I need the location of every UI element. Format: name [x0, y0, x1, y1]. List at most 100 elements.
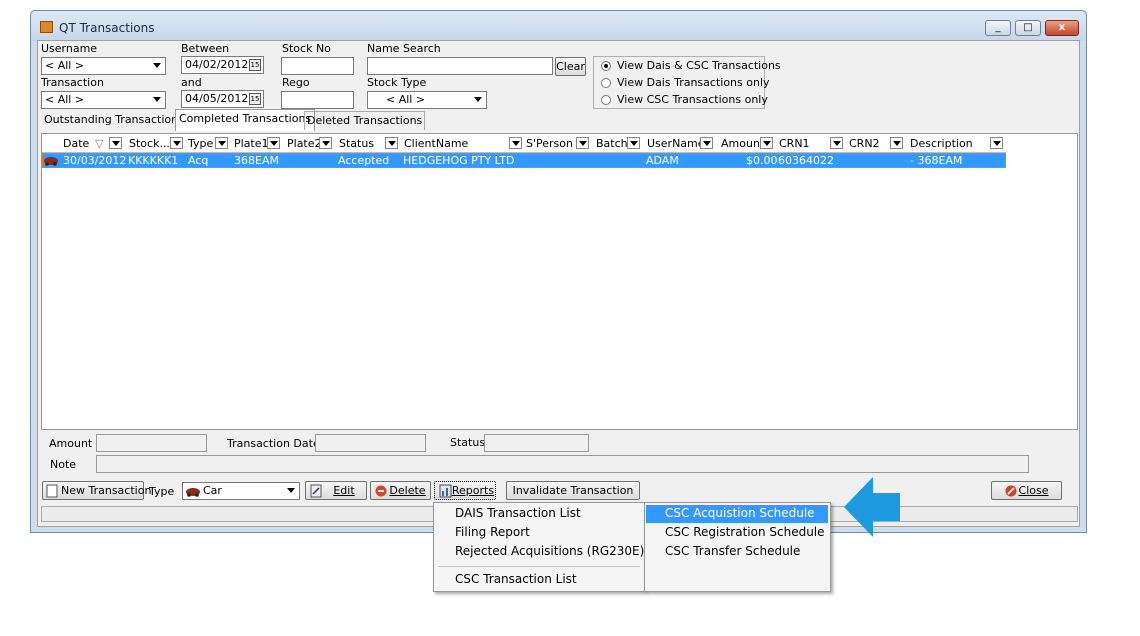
cell-plate1: 368EAM — [234, 154, 279, 167]
column-header-type[interactable]: Type — [188, 135, 213, 152]
cell-date: 30/03/2012 — [63, 154, 127, 167]
filter-description-icon[interactable] — [990, 137, 1003, 149]
tab-completed[interactable]: Completed Transactions — [175, 109, 316, 131]
close-window-button[interactable]: x — [1045, 20, 1079, 36]
tab-outstanding[interactable]: Outstanding Transactions — [44, 111, 184, 129]
filter-crn1-icon[interactable] — [830, 137, 843, 149]
type-label: Type — [149, 485, 175, 498]
radio-view-all-label[interactable]: View Dais & CSC Transactions — [617, 59, 781, 72]
and-label: and — [181, 76, 202, 89]
filter-clientname-icon[interactable] — [509, 137, 522, 149]
transaction-date-label: Transaction Date — [227, 437, 320, 450]
maximize-button[interactable]: □ — [1015, 20, 1041, 36]
column-header-description[interactable]: Description — [910, 135, 973, 152]
cell-crn1: 60364022 — [778, 154, 834, 167]
filter-plate1-icon[interactable] — [267, 137, 280, 149]
column-header-date[interactable]: Date — [63, 135, 89, 152]
radio-view-dais-label[interactable]: View Dais Transactions only — [617, 76, 770, 89]
type-value: Car — [203, 484, 222, 497]
type-select[interactable]: Car — [182, 482, 300, 500]
column-header-clientname[interactable]: ClientName — [404, 135, 468, 152]
amount-label: Amount — [49, 437, 93, 450]
window-title: QT Transactions — [59, 21, 155, 35]
menu-item-filing-report[interactable]: Filing Report — [455, 524, 530, 541]
calendar-icon[interactable]: 15 — [249, 59, 261, 71]
column-header-sperson[interactable]: S'Person — [526, 135, 573, 152]
minimize-button[interactable]: _ — [985, 20, 1011, 36]
edit-button[interactable]: Edit — [305, 481, 367, 500]
column-header-status[interactable]: Status — [339, 135, 374, 152]
edit-label: Edit — [333, 484, 355, 497]
pointer-arrow-icon — [844, 477, 900, 537]
maximize-icon: □ — [1023, 22, 1033, 33]
chevron-down-icon — [474, 97, 482, 102]
column-header-crn2[interactable]: CRN2 — [849, 135, 880, 152]
status-label: Status — [450, 436, 486, 449]
filter-sperson-icon[interactable] — [576, 137, 589, 149]
reports-icon — [439, 484, 452, 498]
to-date-value: 04/05/2012 — [185, 92, 249, 105]
table-row[interactable] — [42, 153, 1006, 168]
filter-status-icon[interactable] — [385, 137, 398, 149]
invalidate-transaction-button[interactable]: Invalidate Transaction — [506, 481, 640, 500]
column-header-stock[interactable]: Stock... — [129, 135, 170, 152]
delete-icon — [375, 485, 387, 497]
new-transaction-label: New Transaction — [61, 484, 152, 497]
close-label: Close — [1018, 484, 1049, 497]
column-header-plate2[interactable]: Plate2 — [287, 135, 322, 152]
filter-type-icon[interactable] — [215, 137, 228, 149]
cell-status: Accepted — [338, 154, 390, 167]
column-header-crn1[interactable]: CRN1 — [779, 135, 810, 152]
from-date-value: 04/02/2012 — [185, 58, 249, 71]
radio-view-all[interactable] — [601, 61, 611, 71]
clear-button[interactable]: Clear — [555, 57, 586, 76]
menu-item-csc-registration-schedule[interactable]: CSC Registration Schedule — [665, 524, 825, 541]
menu-item-csc-transfer-schedule[interactable]: CSC Transfer Schedule — [665, 543, 800, 560]
filter-date-icon[interactable] — [109, 137, 122, 149]
delete-button[interactable]: Delete — [370, 481, 431, 500]
filter-username-icon[interactable] — [700, 137, 713, 149]
radio-view-csc[interactable] — [601, 95, 611, 105]
filter-stock-icon[interactable] — [170, 137, 183, 149]
filter-amount-icon[interactable] — [760, 137, 773, 149]
title-bar[interactable] — [31, 11, 1086, 41]
cell-client: HEDGEHOG PTY LTD — [403, 154, 515, 167]
username-select[interactable]: < All > — [41, 57, 166, 75]
username-value: < All > — [45, 59, 85, 72]
column-header-username[interactable]: UserName — [647, 135, 705, 152]
close-button[interactable]: Close — [991, 481, 1062, 500]
menu-item-rejected-acquisitions[interactable]: Rejected Acquisitions (RG230E) — [455, 543, 644, 560]
edit-icon — [310, 484, 322, 498]
filter-plate2-icon[interactable] — [319, 137, 332, 149]
transaction-label: Transaction — [41, 76, 104, 89]
menu-item-dais-transaction-list[interactable]: DAIS Transaction List — [455, 505, 581, 522]
name-search-input[interactable] — [367, 57, 553, 75]
menu-separator — [438, 566, 640, 567]
cell-type: Acq — [188, 154, 209, 167]
column-header-batch[interactable]: Batch — [596, 135, 628, 152]
rego-input[interactable] — [281, 91, 354, 109]
menu-item-csc-transaction-list[interactable]: CSC Transaction List — [455, 571, 577, 588]
column-header-amount[interactable]: Amount — [721, 135, 764, 152]
filter-batch-icon[interactable] — [627, 137, 640, 149]
transaction-select[interactable]: < All > — [41, 91, 166, 109]
tab-deleted[interactable]: Deleted Transactions — [304, 111, 426, 130]
between-label: Between — [181, 42, 230, 55]
rego-label: Rego — [282, 76, 310, 89]
stock-no-input[interactable] — [281, 57, 354, 75]
username-label: Username — [41, 42, 98, 55]
close-icon: x — [1058, 22, 1066, 33]
chevron-down-icon — [153, 97, 161, 102]
filter-crn2-icon[interactable] — [890, 137, 903, 149]
stock-type-select[interactable]: < All > — [367, 91, 487, 109]
chevron-down-icon — [287, 488, 295, 493]
radio-view-dais[interactable] — [601, 78, 611, 88]
reports-button[interactable]: Reports — [434, 481, 496, 500]
from-date-field[interactable]: 04/02/2012 15 — [181, 56, 264, 74]
column-header-plate1[interactable]: Plate1 — [234, 135, 269, 152]
radio-view-csc-label[interactable]: View CSC Transactions only — [617, 93, 768, 106]
calendar-icon[interactable]: 15 — [249, 93, 261, 105]
menu-item-csc-acquisition-schedule[interactable]: CSC Acquistion Schedule — [665, 505, 815, 522]
new-transaction-button[interactable]: New Transaction — [42, 481, 151, 500]
to-date-field[interactable]: 04/05/2012 15 — [181, 90, 264, 108]
